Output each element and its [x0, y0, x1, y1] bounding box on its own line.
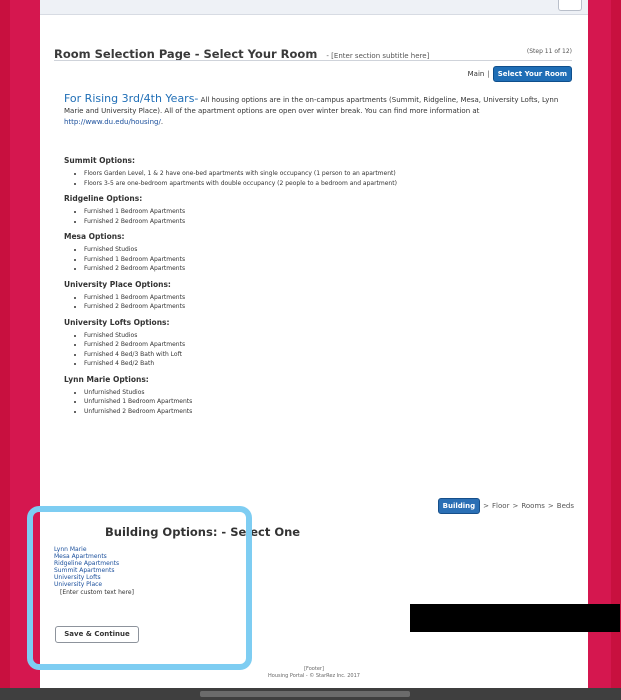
window-frame-left	[0, 0, 10, 700]
option-item: Furnished 4 Bed/2 Bath	[84, 359, 570, 369]
option-items: Furnished 1 Bedroom ApartmentsFurnished …	[64, 293, 570, 312]
footer-copyright: Housing Portal - © StarRez Inc. 2017	[268, 673, 360, 679]
option-item: Furnished 2 Bedroom Apartments	[84, 264, 570, 274]
option-group: Mesa Options:Furnished StudiosFurnished …	[64, 232, 570, 274]
nav-select-your-room-button[interactable]: Select Your Room	[492, 66, 572, 82]
breadcrumb-separator: >	[483, 502, 490, 510]
option-group-heading: Mesa Options:	[64, 232, 125, 241]
housing-options-list: Summit Options: Floors Garden Level, 1 & …	[64, 150, 570, 422]
option-items: Furnished StudiosFurnished 1 Bedroom Apa…	[64, 245, 570, 274]
option-item: Unfurnished 1 Bedroom Apartments	[84, 397, 570, 407]
breadcrumb-separator: >	[512, 502, 519, 510]
option-group-heading: University Place Options:	[64, 279, 171, 289]
option-item: Floors Garden Level, 1 & 2 have one-bed …	[84, 169, 570, 179]
housing-link[interactable]: http://www.du.edu/housing/	[64, 118, 161, 126]
top-toolbar-strip	[40, 0, 588, 15]
page-subtitle: - [Enter section subtitle here]	[326, 52, 430, 60]
option-item: Unfurnished Studios	[84, 388, 570, 398]
selection-breadcrumb: Building > Floor > Rooms > Beds	[437, 498, 574, 514]
option-item: Furnished Studios	[84, 245, 570, 255]
option-item: Floors 3-5 are one-bedroom apartments wi…	[84, 179, 570, 189]
page-content: Room Selection Page - Select Your Room -…	[27, 0, 588, 688]
building-options-highlight	[27, 506, 252, 670]
option-group-heading: University Lofts Options:	[64, 317, 170, 327]
option-item: Furnished 2 Bedroom Apartments	[84, 340, 570, 350]
breadcrumb-floor: Floor	[492, 502, 510, 510]
intro-tail: .	[160, 118, 164, 126]
option-item: Furnished 1 Bedroom Apartments	[84, 255, 570, 265]
option-items: Furnished StudiosFurnished 2 Bedroom Apa…	[64, 331, 570, 369]
option-item: Furnished 2 Bedroom Apartments	[84, 302, 570, 312]
intro-lead: For Rising 3rd/4th Years-	[64, 92, 199, 105]
top-toolbar-button[interactable]	[558, 0, 582, 11]
breadcrumb-beds: Beds	[556, 502, 574, 510]
step-indicator: (Step 11 of 12)	[526, 48, 572, 55]
breadcrumb-rooms: Rooms	[521, 502, 545, 510]
option-item: Furnished Studios	[84, 331, 570, 341]
option-items: Unfurnished StudiosUnfurnished 1 Bedroom…	[64, 388, 570, 417]
option-item: Furnished 2 Bedroom Apartments	[84, 217, 570, 227]
option-group: Ridgeline Options: Furnished 1 Bedroom Ap…	[64, 194, 570, 226]
option-group: University Lofts Options: Furnished Studi…	[64, 318, 570, 369]
option-group-heading: Lynn Marie Options:	[64, 374, 149, 384]
header-divider	[54, 60, 572, 61]
page-title: Room Selection Page - Select Your Room	[54, 47, 318, 61]
window-frame-right	[611, 0, 621, 700]
option-group: Lynn Marie Options:Unfurnished StudiosUn…	[64, 375, 570, 417]
nav-main-link[interactable]: Main	[468, 70, 485, 78]
option-item: Furnished 1 Bedroom Apartments	[84, 293, 570, 303]
option-group: University Place Options: Furnished 1 Bed…	[64, 280, 570, 312]
breadcrumb-building[interactable]: Building	[437, 498, 481, 514]
option-group-heading: Summit Options:	[64, 156, 135, 165]
nav-separator: |	[487, 70, 490, 78]
option-items: Furnished 1 Bedroom ApartmentsFurnished …	[64, 207, 570, 226]
option-item: Unfurnished 2 Bedroom Apartments	[84, 407, 570, 417]
option-group-heading: Ridgeline Options:	[64, 194, 143, 203]
option-item: Furnished 1 Bedroom Apartments	[84, 207, 570, 217]
page-nav: Main | Select Your Room	[468, 66, 572, 82]
redaction-block	[410, 604, 620, 632]
option-group: Summit Options: Floors Garden Level, 1 & …	[64, 156, 570, 188]
option-item: Furnished 4 Bed/3 Bath with Loft	[84, 350, 570, 360]
intro-paragraph: For Rising 3rd/4th Years- All housing op…	[64, 93, 570, 128]
option-items: Floors Garden Level, 1 & 2 have one-bed …	[64, 169, 570, 188]
breadcrumb-separator: >	[547, 502, 554, 510]
page-header: Room Selection Page - Select Your Room -…	[54, 43, 572, 61]
taskbar-scroll-thumb	[200, 691, 410, 697]
taskbar-strip	[0, 688, 621, 700]
